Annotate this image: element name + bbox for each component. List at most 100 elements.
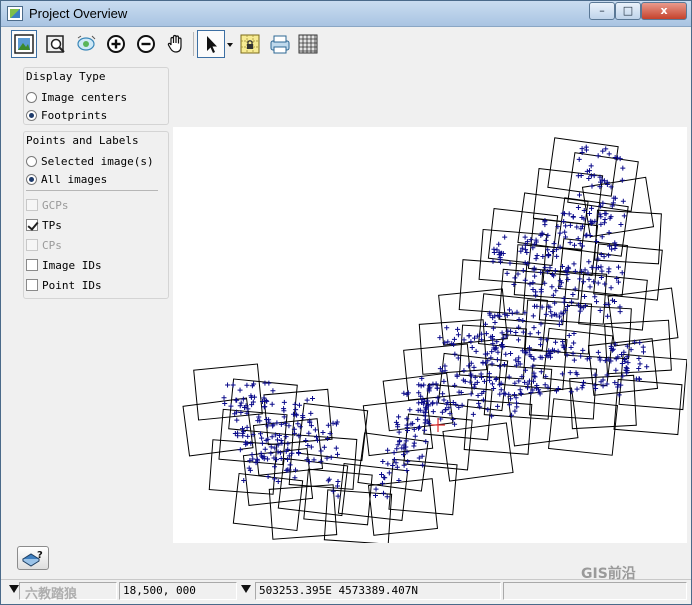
tie-point-marker [531,325,537,331]
tie-point-marker [321,444,327,450]
overview-map-canvas[interactable] [173,127,688,545]
zoom-out-button[interactable] [133,30,159,58]
select-pointer-icon [207,36,217,53]
tie-point-marker [390,462,396,468]
image-footprint [557,197,629,257]
radio-button[interactable] [26,155,37,167]
tie-point-marker [547,265,553,271]
tie-point-marker [468,339,474,345]
radio-button[interactable] [26,173,37,185]
scale-field[interactable]: 18,500, 000 [119,582,237,600]
checkbox-cps: CPs [26,238,62,252]
image-footprint [418,319,488,375]
tie-point-marker [222,401,228,407]
checkbox[interactable] [26,259,38,271]
tie-point-marker [416,400,422,406]
tie-point-marker [407,407,413,413]
zoom-in-icon [107,35,125,53]
tie-point-marker [461,368,467,374]
tie-point-marker [636,366,642,372]
maximize-button[interactable]: □ [615,2,641,20]
radio-selected-images[interactable]: Selected image(s) [26,154,154,168]
tie-point-marker [545,384,551,390]
radio-footprints[interactable]: Footprints [26,108,107,122]
tie-point-marker [485,407,491,413]
footprints-map [182,137,688,545]
tie-point-marker [514,404,520,410]
pan-button[interactable] [163,30,189,58]
radio-label: Image centers [41,90,128,104]
checkbox [26,239,38,251]
tie-point-marker [268,444,274,450]
tie-point-marker [310,396,316,402]
tie-point-marker [621,349,627,355]
title-bar[interactable]: Project Overview – □ x [1,1,691,27]
tie-point-marker [241,477,247,483]
status-menu-arrow-icon[interactable] [9,585,19,593]
table-button[interactable] [295,30,321,58]
display-type-group: Display Type Image centers Footprints [23,67,169,125]
radio-button[interactable] [26,91,37,103]
radio-all-images[interactable]: All images [26,172,107,186]
tie-point-marker [441,397,447,403]
lock-button[interactable] [237,30,263,58]
tie-point-marker [557,230,563,236]
tie-point-marker [396,429,402,435]
tie-point-marker [259,440,265,446]
full-extent-button[interactable] [11,30,37,58]
tie-point-marker [580,382,586,388]
tie-point-marker [574,386,580,392]
tie-point-marker [261,404,267,410]
tie-point-marker [380,458,386,464]
checkbox[interactable] [26,279,38,291]
help-button[interactable]: ? [17,546,49,570]
tie-point-marker [589,264,595,270]
display-type-title: Display Type [26,70,106,83]
tie-point-marker [480,360,486,366]
tie-point-marker [396,414,402,420]
checkbox-image-ids[interactable]: Image IDs [26,258,102,272]
tie-point-marker [534,253,540,259]
tie-point-marker [553,288,559,294]
zoom-box-button[interactable] [43,30,69,58]
tie-point-marker [467,379,473,385]
tie-point-marker [269,401,275,407]
tie-point-marker [234,417,240,423]
checkbox [26,199,38,211]
checkbox-point-ids[interactable]: Point IDs [26,278,102,292]
tie-point-marker [373,486,379,492]
tie-point-marker [552,268,558,274]
close-button[interactable]: x [641,2,687,20]
tie-point-marker [333,445,339,451]
print-button[interactable] [267,30,293,58]
tie-point-marker [476,400,482,406]
minimize-button[interactable]: – [589,2,615,20]
tie-point-marker [527,331,533,337]
tie-point-marker [237,403,243,409]
select-button[interactable] [197,30,225,58]
tie-point-marker [549,272,555,278]
scale-dropdown-icon[interactable] [241,585,251,593]
tie-point-marker [495,403,501,409]
tie-point-marker [496,241,502,247]
tie-point-marker [561,299,567,305]
tie-point-marker [588,163,594,169]
svg-text:?: ? [37,550,43,561]
radio-image-centers[interactable]: Image centers [26,90,127,104]
tie-point-marker [452,351,458,357]
tie-point-marker [489,381,495,387]
tie-point-marker [425,398,431,404]
tie-point-marker [555,348,561,354]
zoom-in-button[interactable] [103,30,129,58]
tie-point-marker [577,308,583,314]
zoom-to-selection-button[interactable] [73,30,99,58]
select-dropdown-button[interactable] [225,30,235,58]
tie-point-marker [586,276,592,282]
tie-point-marker [287,462,293,468]
radio-button[interactable] [26,109,37,121]
tie-point-marker [244,382,250,388]
tie-point-marker [330,488,336,494]
tie-point-marker [644,364,650,370]
tie-point-marker [411,443,417,449]
tie-point-marker [522,277,528,283]
